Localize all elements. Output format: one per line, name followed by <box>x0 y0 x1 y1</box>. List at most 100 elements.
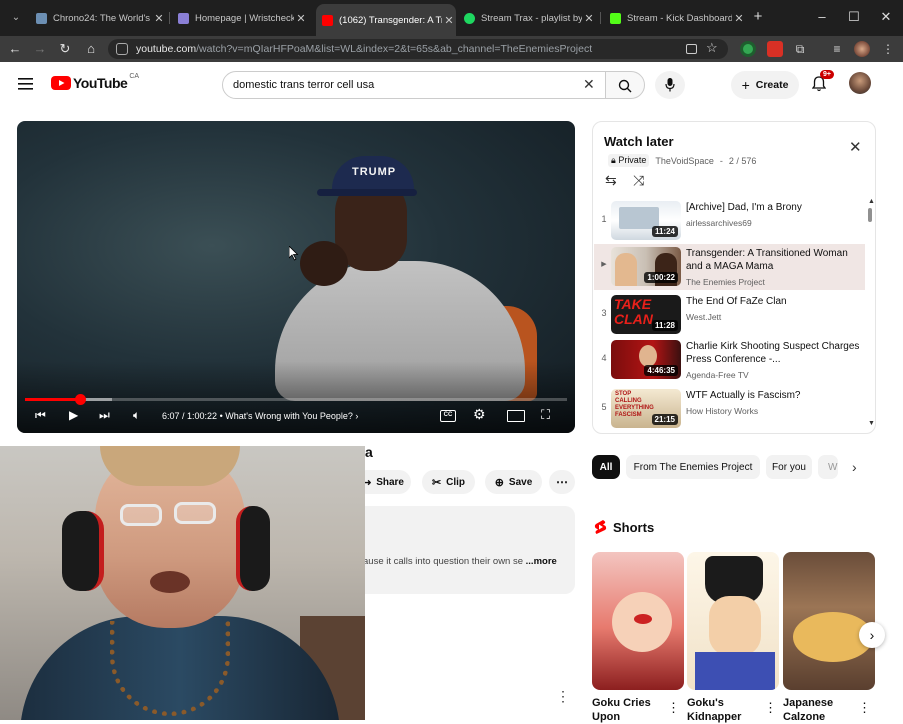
person-hand <box>300 241 348 286</box>
chip-partial[interactable]: W <box>818 455 838 479</box>
youtube-logo[interactable]: YouTube CA <box>51 73 139 91</box>
voice-search-button[interactable] <box>655 71 685 99</box>
scroll-thumb[interactable] <box>868 208 872 222</box>
captions-icon[interactable]: CC <box>440 410 456 422</box>
short-options-icon[interactable]: ⋮ <box>667 700 680 716</box>
chapter-chevron-icon[interactable]: › <box>355 411 358 421</box>
install-app-icon[interactable] <box>686 44 697 54</box>
search-input[interactable]: domestic trans terror cell usa ✕ <box>222 71 606 99</box>
more-link[interactable]: ...more <box>526 556 557 567</box>
loop-icon[interactable]: ⇆ <box>605 172 617 189</box>
short-thumbnail-vegeta[interactable] <box>687 552 779 690</box>
browser-tab-youtube-active[interactable]: (1062) Transgender: A Tr ✕ <box>316 4 456 36</box>
reading-list-icon[interactable]: ≡ <box>829 41 845 57</box>
short-thumbnail-goku[interactable] <box>592 552 684 690</box>
settings-gear-icon[interactable]: ⚙ <box>473 406 486 423</box>
save-button[interactable]: ⊕ Save <box>485 470 542 494</box>
playlist-item[interactable]: 5 STOP CALLING EVERYTHING FASCISM 21:15 … <box>594 386 865 432</box>
extension-red-icon[interactable] <box>767 41 783 57</box>
tab-close-icon[interactable]: ✕ <box>294 12 308 25</box>
create-button[interactable]: + Create <box>731 71 799 99</box>
playlist-item-current[interactable]: ▶ 1:00:22 Transgender: A Transitioned Wo… <box>594 244 865 290</box>
playlist-scrollbar[interactable]: ▲ ▼ <box>868 198 875 427</box>
back-button[interactable]: ← <box>6 40 24 58</box>
description-snippet: ause it calls into question their own se… <box>363 556 571 567</box>
video-duration: 21:15 <box>651 414 678 425</box>
browser-tab-kick[interactable]: Stream - Kick Dashboard ✕ <box>610 6 746 30</box>
chip-for-you[interactable]: For you <box>766 455 812 479</box>
scroll-up-icon[interactable]: ▲ <box>868 198 875 205</box>
tab-close-icon[interactable]: ✕ <box>442 14 456 27</box>
tab-close-icon[interactable]: ✕ <box>582 12 596 25</box>
reload-button[interactable]: ↻ <box>56 40 74 58</box>
save-icon: ⊕ <box>494 476 504 489</box>
close-window-button[interactable]: ✕ <box>876 8 896 26</box>
short-options-icon[interactable]: ⋮ <box>858 700 871 716</box>
tab-close-icon[interactable]: ✕ <box>732 12 746 25</box>
minimize-button[interactable]: – <box>812 8 832 26</box>
play-button[interactable]: ▶ <box>69 408 78 422</box>
tab-close-icon[interactable]: ✕ <box>152 12 166 25</box>
bookmark-star-icon[interactable]: ☆ <box>706 40 718 56</box>
browser-tab-wristcheck[interactable]: Homepage | Wristcheck ✕ <box>178 6 308 30</box>
fullscreen-icon[interactable]: ⛶ <box>541 407 550 423</box>
next-icon[interactable]: ⏭ <box>99 408 110 423</box>
youtube-favicon <box>322 14 333 26</box>
theater-mode-icon[interactable] <box>507 410 525 422</box>
account-avatar[interactable] <box>849 72 871 94</box>
chapter-title[interactable]: What's Wrong with You People? <box>225 411 353 421</box>
new-tab-button[interactable]: + <box>748 8 768 26</box>
save-label: Save <box>508 476 533 488</box>
thumb-face <box>639 345 657 367</box>
search-button[interactable] <box>605 71 645 99</box>
description-box[interactable]: ause it calls into question their own se… <box>363 506 575 594</box>
short-thumbnail-calzone[interactable] <box>783 552 875 690</box>
clip-button[interactable]: ✂ Clip <box>422 470 475 494</box>
playlist-title[interactable]: Watch later <box>604 134 674 149</box>
privacy-label: Private <box>618 155 647 165</box>
volume-icon[interactable]: 🔈︎ <box>133 408 140 423</box>
comment-options-icon[interactable]: ⋮ <box>556 688 570 705</box>
clear-search-icon[interactable]: ✕ <box>583 76 595 93</box>
glasses-lens-left <box>120 504 162 526</box>
wristcheck-favicon <box>178 12 189 24</box>
scrubber-handle[interactable] <box>74 394 86 405</box>
forward-button[interactable]: → <box>31 40 49 58</box>
webcam-person-hair <box>100 446 240 486</box>
browser-tab-chrono24[interactable]: Chrono24: The World's Le ✕ <box>36 6 166 30</box>
progress-bar[interactable] <box>25 394 567 405</box>
maximize-button[interactable]: ☐ <box>844 8 864 26</box>
notifications-button[interactable]: 9+ <box>811 70 834 94</box>
tab-search-icon[interactable]: ⌄ <box>8 10 24 26</box>
hamburger-menu-icon[interactable] <box>18 77 33 90</box>
close-playlist-icon[interactable]: ✕ <box>849 138 862 156</box>
extension-green-icon[interactable] <box>740 41 756 57</box>
browser-tab-spotify[interactable]: Stream Trax - playlist by ✕ <box>464 6 596 30</box>
chip-all[interactable]: All <box>592 455 620 479</box>
playlist-item[interactable]: 3 TAKE CLAN 11:28 The End Of FaZe Clan W… <box>594 292 865 338</box>
url-host: youtube.com <box>136 43 197 55</box>
browser-menu-icon[interactable]: ⋮ <box>880 41 896 57</box>
playlist-item[interactable]: 1 11:24 [Archive] Dad, I'm a Brony airle… <box>594 198 865 244</box>
previous-icon[interactable]: ⏮ <box>35 408 46 423</box>
shorts-next-button[interactable]: › <box>859 622 885 648</box>
scroll-down-icon[interactable]: ▼ <box>868 420 875 427</box>
mouse-cursor-icon <box>289 246 299 261</box>
profile-avatar-icon[interactable] <box>854 41 870 57</box>
video-player[interactable]: TRUMP ⏮ ▶ ⏭ 🔈︎ 6:07 / 1:00:22 • What's W… <box>17 121 575 433</box>
chips-next-chevron-icon[interactable]: › <box>852 459 857 475</box>
address-bar[interactable]: youtube.com/watch?v=mQIarHFPoaM&list=WL&… <box>108 39 728 59</box>
video-title-fragment: a <box>365 444 373 460</box>
meta-separator: - <box>719 155 723 166</box>
short-options-icon[interactable]: ⋮ <box>764 700 777 716</box>
cap-text: TRUMP <box>352 166 397 178</box>
chip-from-channel[interactable]: From The Enemies Project <box>626 455 760 479</box>
more-actions-button[interactable]: ⋯ <box>549 470 575 494</box>
playlist-owner[interactable]: TheVoidSpace <box>655 156 714 166</box>
home-icon[interactable]: ⌂ <box>82 40 100 58</box>
shuffle-icon[interactable]: ⤨ <box>633 172 644 189</box>
extensions-puzzle-icon[interactable]: ⧉ <box>792 41 808 57</box>
playlist-item[interactable]: 4 4:46:35 Charlie Kirk Shooting Suspect … <box>594 337 865 383</box>
playlist-item-title: WTF Actually is Fascism? <box>686 390 801 401</box>
site-info-icon[interactable] <box>116 43 128 55</box>
